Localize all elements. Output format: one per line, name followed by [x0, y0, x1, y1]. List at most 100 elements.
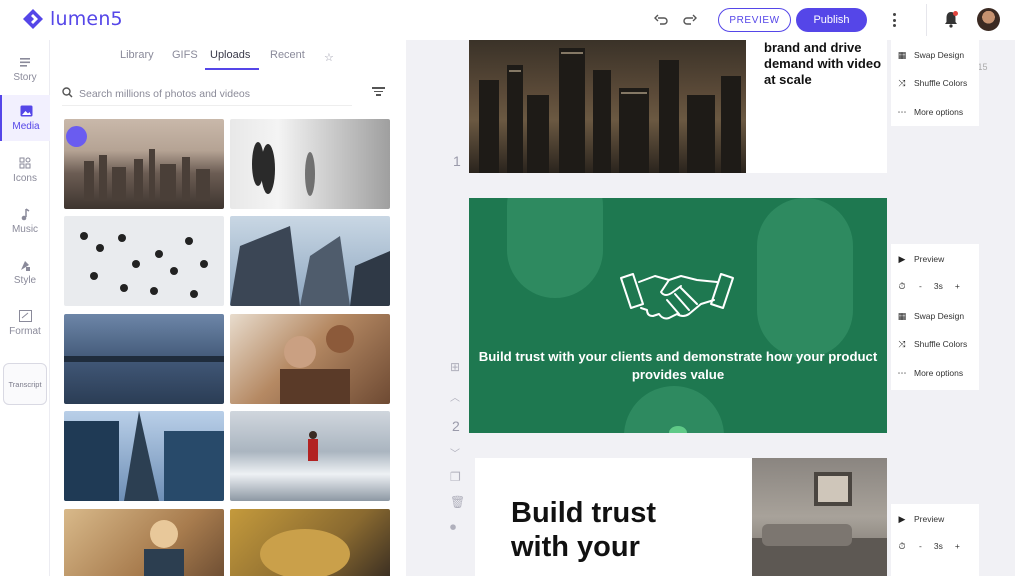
favorites-star-icon[interactable]: ☆ — [324, 51, 334, 64]
grid-icon: ▦ — [897, 49, 907, 60]
decrease-duration-button[interactable]: - — [919, 281, 922, 291]
rail-label-music: Music — [11, 224, 39, 235]
top-bar: lumen5 PREVIEW Publish — [0, 0, 1015, 40]
rail-item-format[interactable]: Format — [0, 300, 50, 346]
play-icon: ▶ — [898, 513, 906, 524]
user-avatar[interactable] — [977, 8, 1000, 31]
rail-item-icons[interactable]: Icons — [0, 147, 50, 193]
preview-label: Preview — [914, 514, 945, 524]
shuffle-icon: ⤨ — [898, 338, 906, 349]
media-thumbnail[interactable] — [64, 411, 224, 501]
tab-recent[interactable]: Recent — [270, 49, 305, 61]
preview-label: Preview — [914, 254, 945, 264]
shuffle-colors-button[interactable]: ⤨ Shuffle Colors — [897, 337, 967, 351]
trash-icon[interactable]: 🗑 — [450, 495, 465, 509]
scene-3-title[interactable]: Build trust with your — [511, 496, 681, 564]
lumen5-editor: lumen5 PREVIEW Publish Story Media Icons — [0, 0, 1015, 576]
increase-duration-button[interactable]: + — [955, 281, 960, 291]
more-options-button[interactable]: ⋯ More options — [897, 105, 964, 119]
format-icon — [18, 309, 32, 323]
media-panel: Library GIFS Uploads Recent ☆ — [50, 40, 406, 576]
search-input[interactable] — [79, 87, 339, 100]
decorative-shape — [507, 198, 603, 298]
scene-2[interactable]: Build trust with your clients and demons… — [469, 198, 887, 433]
media-thumbnail[interactable] — [230, 216, 390, 306]
record-icon[interactable]: ⏺ — [450, 520, 456, 535]
more-options-label: More options — [914, 107, 964, 117]
scene-1-text-panel[interactable]: brand and drive demand with video at sca… — [746, 40, 887, 173]
media-thumbnail[interactable] — [230, 509, 390, 576]
swap-design-label: Swap Design — [914, 50, 965, 60]
stopwatch-icon: ⏱ — [898, 280, 906, 291]
chevron-up-icon[interactable]: ︿ — [450, 389, 460, 404]
rail-item-style[interactable]: Style — [0, 249, 50, 295]
rail-label-media: Media — [12, 121, 40, 132]
media-thumbnail[interactable] — [64, 509, 224, 576]
preview-scene-button[interactable]: ▶ Preview — [897, 252, 945, 266]
scene-1-side-menu: ▦ Swap Design ⤨ Shuffle Colors ⋯ More optio… — [891, 40, 979, 126]
media-icon — [19, 104, 33, 118]
scene-3[interactable]: Build trust with your — [475, 458, 887, 576]
rail-item-story[interactable]: Story — [0, 46, 50, 92]
media-thumbnail[interactable] — [64, 314, 224, 404]
more-options-button[interactable]: ⋯ More options — [897, 366, 964, 380]
redo-icon[interactable] — [680, 10, 700, 30]
duration-value: 3s — [933, 541, 943, 551]
decorative-shape — [757, 198, 853, 358]
media-thumbnail[interactable] — [230, 411, 390, 501]
rail-label-icons: Icons — [13, 173, 37, 184]
rail-item-media[interactable]: Media — [0, 95, 50, 141]
music-icon — [18, 207, 32, 221]
tab-uploads[interactable]: Uploads — [210, 49, 250, 61]
story-icon — [18, 55, 32, 69]
duration-control[interactable]: ⏱ - 3s + — [897, 279, 960, 293]
undo-icon[interactable] — [651, 10, 671, 30]
scene-1-headline[interactable]: brand and drive demand with video at sca… — [764, 40, 884, 88]
rail-item-music[interactable]: Music — [0, 198, 50, 244]
search-bar — [62, 82, 352, 106]
play-icon: ▶ — [898, 253, 906, 264]
filter-icon[interactable] — [372, 87, 385, 96]
left-rail: Story Media Icons Music Style Format Tra… — [0, 40, 50, 576]
shuffle-colors-label: Shuffle Colors — [914, 78, 968, 88]
media-thumbnail[interactable] — [64, 216, 224, 306]
tab-gifs[interactable]: GIFS — [172, 49, 198, 61]
shuffle-colors-button[interactable]: ⤨ Shuffle Colors — [897, 76, 967, 90]
add-scene-button[interactable] — [669, 426, 687, 433]
lumen5-logo-icon — [23, 9, 43, 29]
media-thumbnail[interactable] — [230, 314, 390, 404]
scene-2-side-menu: ▶ Preview ⏱ - 3s + ▦ Swap Design ⤨ Shuffle Col… — [891, 244, 979, 390]
swap-design-button[interactable]: ▦ Swap Design — [897, 48, 964, 62]
logo[interactable]: lumen5 — [22, 8, 123, 30]
add-scene-icon[interactable]: ⊞ — [450, 360, 460, 374]
increase-duration-button[interactable]: + — [955, 541, 960, 551]
stopwatch-icon: ⏱ — [898, 540, 906, 551]
tab-library[interactable]: Library — [120, 49, 154, 61]
decrease-duration-button[interactable]: - — [919, 541, 922, 551]
duration-control[interactable]: ⏱ - 3s + — [897, 539, 960, 553]
preview-scene-button[interactable]: ▶ Preview — [897, 512, 945, 526]
shuffle-icon: ⤨ — [898, 77, 906, 88]
ellipsis-icon: ⋯ — [897, 106, 907, 117]
chevron-down-icon[interactable]: ﹀ — [450, 445, 460, 460]
media-thumbnail[interactable] — [230, 119, 390, 209]
handshake-icon — [620, 273, 734, 320]
rail-label-style: Style — [13, 275, 37, 286]
scene-number-2: 2 — [452, 418, 460, 434]
media-thumbnail[interactable] — [64, 119, 224, 209]
rail-label-format: Format — [9, 326, 41, 337]
transcript-button[interactable]: Transcript — [3, 363, 47, 405]
scene-2-caption[interactable]: Build trust with your clients and demons… — [469, 348, 887, 384]
swap-design-button[interactable]: ▦ Swap Design — [897, 309, 964, 323]
scene-number-1: 1 — [453, 153, 461, 169]
more-options-label: More options — [914, 368, 964, 378]
more-menu-icon[interactable] — [886, 10, 902, 30]
header-divider — [926, 4, 927, 36]
notifications-bell-icon[interactable] — [943, 10, 959, 33]
preview-button[interactable]: PREVIEW — [718, 8, 791, 32]
scene-3-image[interactable] — [752, 458, 887, 576]
scene-1-image[interactable] — [469, 40, 746, 173]
active-tab-indicator — [205, 68, 259, 70]
duplicate-icon[interactable]: ❐ — [450, 470, 461, 484]
publish-button[interactable]: Publish — [796, 8, 867, 32]
